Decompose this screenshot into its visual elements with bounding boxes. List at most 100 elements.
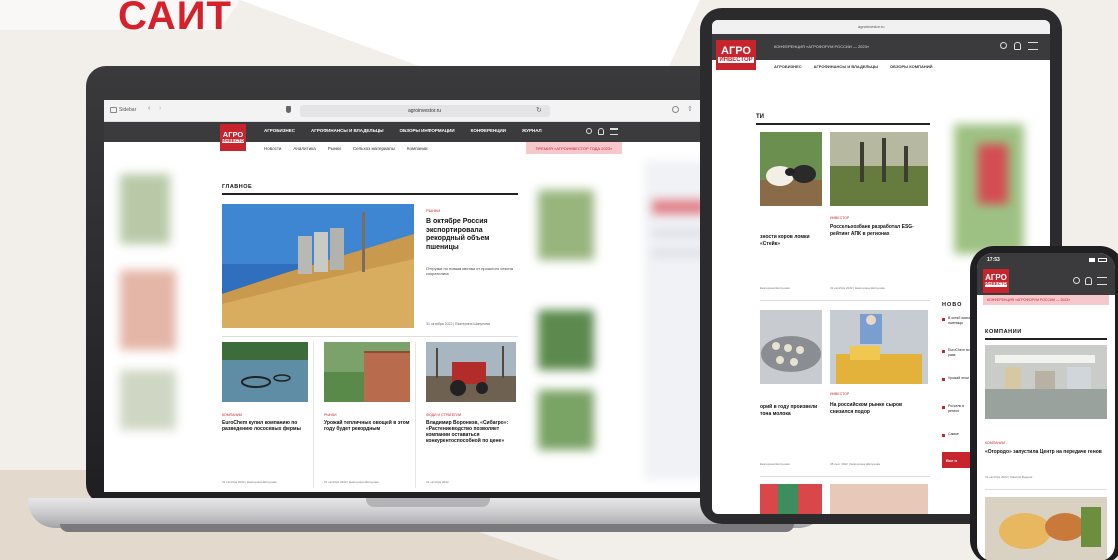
phone-logo[interactable]: АГРО ИНВЕСТОР — [983, 269, 1009, 293]
tablet-card-image[interactable] — [760, 310, 822, 384]
page-heading: САЙТ — [118, 0, 232, 38]
back-icon[interactable]: ‹ — [148, 105, 150, 112]
logo-line1: АГРО — [721, 45, 751, 57]
phone-status-bar: 17:53 — [977, 253, 1115, 267]
card-image — [426, 342, 516, 402]
logo-line2: ИНВЕСТОР — [222, 137, 246, 143]
phone-divider — [985, 489, 1107, 490]
tablet-url-bar: agroinvestor.ru — [712, 20, 1050, 34]
left-blurred-column — [110, 160, 194, 490]
battery-icon — [1098, 258, 1107, 262]
article-card[interactable]: РЫНКИ Урожай тепличных овощей в этом год… — [324, 342, 416, 488]
phone-screen: 17:53 АГРО ИНВЕСТОР КОНФЕРЕНЦИЯ «АГРОФОР… — [977, 253, 1115, 560]
main-article-lead: Отгрузки по новым квотам от прошлого сез… — [426, 266, 513, 276]
article-card[interactable]: КОМПАНИИ EuroChem купил компанию по разв… — [222, 342, 314, 488]
main-article-tag[interactable]: РЫНКИ — [426, 208, 440, 213]
nav-item[interactable]: АГРОФИНАНСЫ И ВЛАДЕЛЬЦЫ — [814, 64, 878, 69]
tablet-card-tag: ИНВЕСТОР — [830, 216, 850, 220]
subnav-item[interactable]: Рынки — [328, 146, 341, 151]
tablet-card-image[interactable] — [830, 132, 928, 206]
sub-nav: Новости Аналитика Рынки Сельхоз материал… — [264, 146, 428, 151]
phone-time: 17:53 — [987, 257, 1000, 263]
card-meta: 31 октября 2022 — [426, 480, 449, 484]
phone-section-title: КОМПАНИИ — [985, 329, 1022, 335]
card-tag: ЛЮДИ И СТРАТЕГИИ — [426, 413, 462, 417]
card-divider — [222, 336, 518, 337]
nav-item[interactable]: ЖУРНАЛ — [522, 128, 542, 133]
subnav-item[interactable]: Сельхоз материалы — [353, 146, 395, 151]
logo-line2: ИНВЕСТОР — [718, 57, 754, 63]
search-icon[interactable] — [586, 128, 592, 134]
phone-article-image[interactable] — [985, 345, 1107, 419]
tablet-card-tag: ИНВЕСТОР — [830, 392, 850, 396]
search-icon[interactable] — [1073, 277, 1080, 284]
site-logo[interactable]: АГРО ИНВЕСТОР — [220, 124, 246, 151]
nav-item[interactable]: АГРОБИЗНЕС — [264, 128, 295, 133]
main-article-meta: 31 октября 2022 | Екатерина Шипунова — [426, 322, 490, 326]
tablet-url[interactable]: agroinvestor.ru — [858, 24, 884, 29]
sidebar-toggle-icon[interactable] — [110, 107, 117, 113]
card-title: Урожай тепличных овощей в этом году буде… — [324, 420, 410, 432]
card-meta: 31 октября 2022 | Екатерина Шипунова — [222, 480, 277, 484]
reload-icon[interactable]: ↻ — [536, 106, 542, 114]
nav-item[interactable]: ОБЗОРЫ КОМПАНИЙ — [890, 64, 932, 69]
user-icon[interactable] — [1085, 277, 1092, 285]
menu-icon[interactable] — [610, 128, 618, 135]
shield-icon[interactable] — [286, 106, 291, 113]
share-icon[interactable]: ⇧ — [687, 105, 693, 113]
tablet-card-title[interactable]: На российском рынке сыров снизился подор — [830, 402, 926, 415]
tablet-card-meta: Екатерина Шипунова — [760, 462, 790, 466]
subnav-item[interactable]: Новости — [264, 146, 281, 151]
tablet-card-title[interactable]: Россельхозбанк разработал ESG-рейтинг АП… — [830, 224, 926, 237]
search-icon[interactable] — [1000, 42, 1007, 49]
download-icon[interactable] — [672, 106, 679, 113]
tablet-card-title[interactable]: зности коров ломки «Стейк» — [760, 234, 826, 247]
tablet-row-divider — [760, 476, 930, 477]
promo-banner[interactable]: ПРЕМИЯ «АГРОИНВЕСТОР ГОДА 2023» — [526, 142, 622, 154]
user-icon[interactable] — [598, 128, 604, 135]
tablet-section-title: ТИ — [756, 114, 764, 120]
laptop-foot — [60, 524, 794, 532]
phone-section-divider — [985, 338, 1107, 340]
phone-article-title[interactable]: «Огородо» запустила Центр на передаче ге… — [985, 449, 1103, 456]
tablet-nav-bar — [712, 34, 1050, 60]
tablet-card-title[interactable]: орий в году произвели тона молока — [760, 404, 826, 417]
tablet-nav: АГРОБИЗНЕС АГРОФИНАНСЫ И ВЛАДЕЛЬЦЫ ОБЗОР… — [774, 64, 933, 69]
tablet-section-divider — [756, 123, 930, 125]
tablet-logo[interactable]: АГРО ИНВЕСТОР — [716, 40, 756, 70]
tablet-card-meta: Екатерина Шипунова — [760, 286, 790, 290]
menu-icon[interactable] — [1097, 277, 1107, 285]
article-card[interactable]: ЛЮДИ И СТРАТЕГИИ Владимир Воронков, «Сиб… — [426, 342, 518, 488]
subnav-item[interactable]: Аналитика — [293, 146, 315, 151]
signal-icon — [1089, 258, 1095, 262]
nav-item[interactable]: КОНФЕРЕНЦИИ — [471, 128, 506, 133]
laptop-screen: Sidebar ‹ › agroinvestor.ru ↻ ⇧ + АГРО И… — [104, 100, 738, 492]
menu-icon[interactable] — [1028, 42, 1038, 50]
tablet-topbar-text[interactable]: КОНФЕРЕНЦИЯ «АГРОФОРУМ РОССИИ — 2023» — [774, 44, 869, 49]
section-divider — [222, 193, 518, 195]
tablet-bottom-images — [760, 484, 930, 514]
card-title: Владимир Воронков, «Сибагро»: «Растениев… — [426, 420, 509, 444]
address-bar[interactable]: agroinvestor.ru ↻ — [300, 105, 550, 117]
user-icon[interactable] — [1014, 42, 1021, 50]
card-image — [324, 342, 410, 402]
nav-item[interactable]: АГРОФИНАНСЫ И ВЛАДЕЛЬЦЫ — [311, 128, 383, 133]
browser-toolbar: Sidebar ‹ › agroinvestor.ru ↻ ⇧ + — [104, 100, 738, 122]
address-url: agroinvestor.ru — [408, 108, 442, 114]
main-article-title[interactable]: В октябре Россия экспортировала рекордны… — [426, 218, 518, 252]
card-title: EuroChem купил компанию по разведению ло… — [222, 420, 301, 432]
nav-item[interactable]: АГРОБИЗНЕС — [774, 64, 802, 69]
phone-second-image[interactable] — [985, 497, 1107, 560]
sidebar-label: Sidebar — [119, 107, 137, 113]
main-nav: АГРОБИЗНЕС АГРОФИНАНСЫ И ВЛАДЕЛЬЦЫ ОБЗОР… — [264, 128, 542, 133]
nav-item[interactable]: ОБЗОРЫ ИНФОРМАЦИИ — [400, 128, 455, 133]
phone-article-tag: КОМПАНИИ — [985, 441, 1006, 445]
subnav-item[interactable]: Компании — [407, 146, 428, 151]
main-article-image[interactable] — [222, 204, 414, 328]
tablet-card-image[interactable] — [760, 132, 822, 206]
phone-topbar-banner[interactable]: КОНФЕРЕНЦИЯ «АГРОФОРУМ РОССИИ — 2023» — [983, 295, 1109, 305]
laptop-notch — [366, 498, 490, 507]
tablet-card-image[interactable] — [830, 310, 928, 384]
forward-icon[interactable]: › — [159, 105, 161, 112]
card-tag: РЫНКИ — [324, 413, 337, 417]
